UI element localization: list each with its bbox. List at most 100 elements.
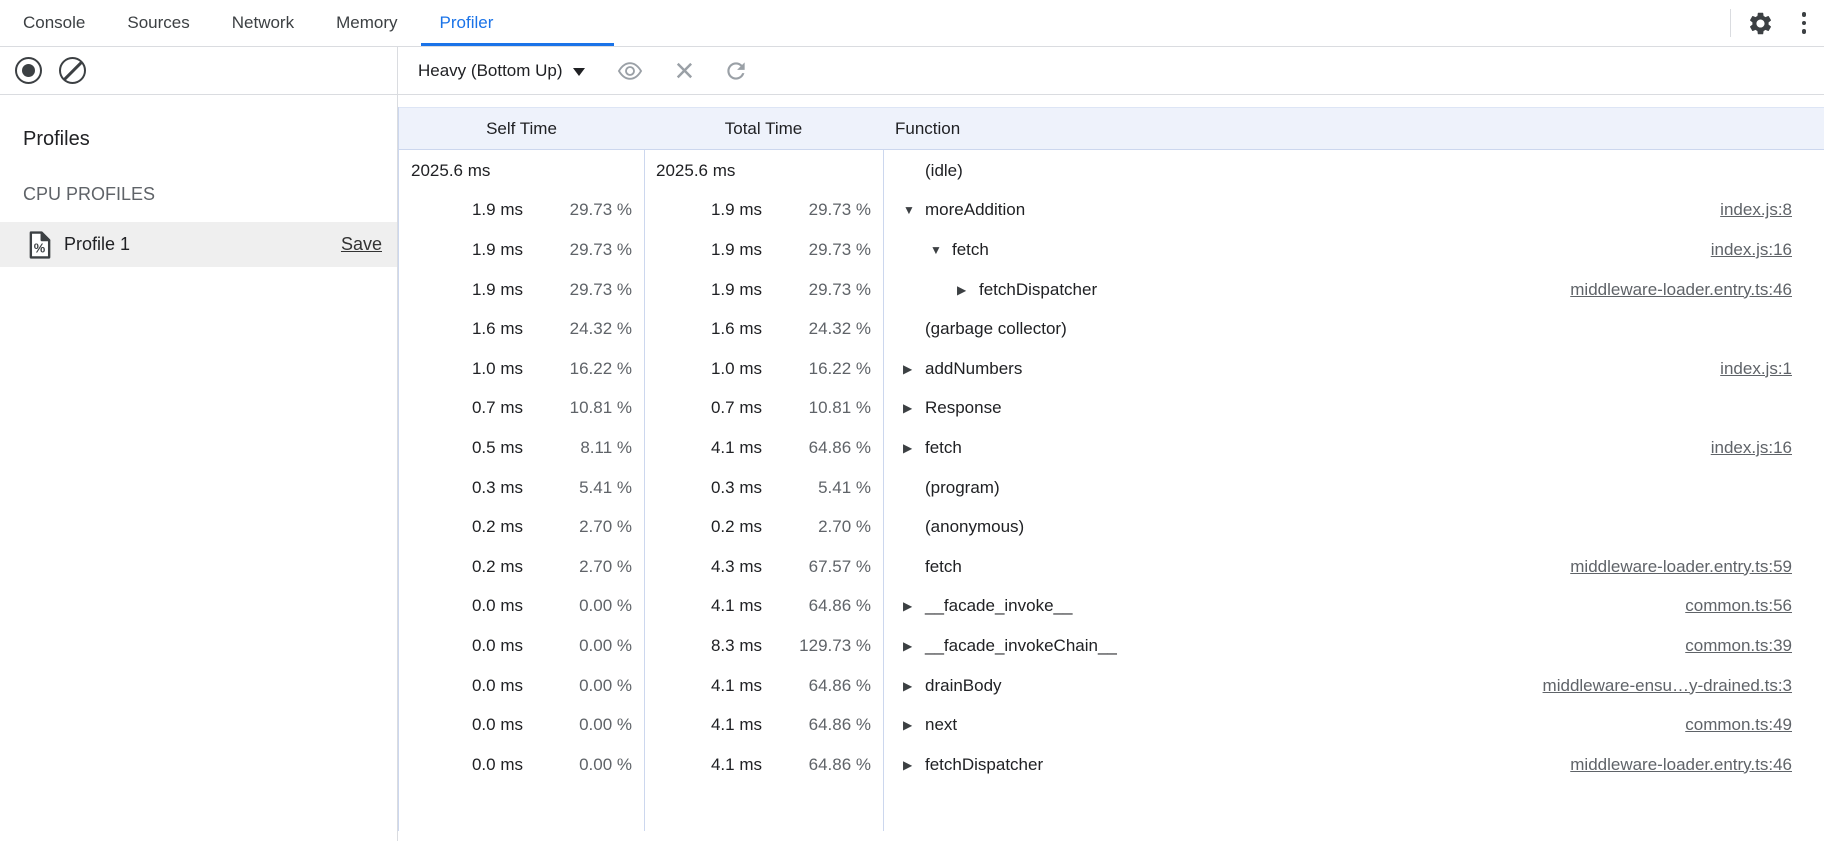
self-time-percent: 24.32 % [523,319,632,339]
function-name: addNumbers [925,359,1022,379]
tab-console[interactable]: Console [2,0,106,46]
total-time-percent: 5.41 % [762,478,871,498]
function-name: drainBody [925,676,1002,696]
table-row[interactable]: 0.7 ms10.81 %0.7 ms10.81 %▶Response [399,389,1824,429]
self-time-percent: 16.22 % [523,359,632,379]
expand-arrow-icon[interactable]: ▶ [903,599,925,613]
table-row[interactable]: 1.9 ms29.73 %1.9 ms29.73 %▶fetchDispatch… [399,270,1824,310]
clear-icon[interactable] [59,57,86,84]
table-row[interactable]: 0.0 ms0.00 %4.1 ms64.86 %▶fetchDispatche… [399,745,1824,785]
self-time-ms: 1.6 ms [472,319,523,339]
table-row[interactable]: 0.0 ms0.00 %4.1 ms64.86 %▶nextcommon.ts:… [399,705,1824,745]
function-cell: (garbage collector) [883,309,1824,349]
source-link[interactable]: index.js:1 [1700,359,1792,379]
record-icon[interactable] [15,57,42,84]
total-time-cell: 4.1 ms64.86 % [644,745,883,785]
kebab-menu-icon[interactable] [1798,8,1811,38]
function-name: fetch [925,438,962,458]
column-header-function[interactable]: Function [883,119,1824,139]
total-time-ms: 1.0 ms [711,359,762,379]
total-time-cell: 8.3 ms129.73 % [644,626,883,666]
save-profile-link[interactable]: Save [341,234,382,255]
refresh-icon[interactable] [723,58,749,84]
source-link[interactable]: index.js:16 [1691,438,1792,458]
self-time-ms: 0.0 ms [472,676,523,696]
source-link[interactable]: common.ts:49 [1665,715,1792,735]
function-cell: ▶fetchDispatchermiddleware-loader.entry.… [883,745,1824,785]
self-time-percent: 0.00 % [523,715,632,735]
profiler-toolbar: Heavy (Bottom Up) × [0,47,1824,95]
source-link[interactable]: index.js:8 [1700,200,1792,220]
total-time-cell: 0.3 ms5.41 % [644,468,883,508]
expand-arrow-icon[interactable]: ▶ [957,283,979,297]
expand-arrow-icon[interactable]: ▶ [903,718,925,732]
source-link[interactable]: middleware-ensu…y-drained.ts:3 [1523,676,1792,696]
table-row[interactable]: 0.2 ms2.70 %4.3 ms67.57 %fetchmiddleware… [399,547,1824,587]
source-link[interactable]: common.ts:39 [1665,636,1792,656]
total-time-percent: 2.70 % [762,517,871,537]
expand-arrow-icon[interactable]: ▶ [903,441,925,455]
function-cell: (program) [883,468,1824,508]
table-row[interactable]: 1.6 ms24.32 %1.6 ms24.32 %(garbage colle… [399,309,1824,349]
profiler-record-controls [0,47,398,94]
source-link[interactable]: common.ts:56 [1665,596,1792,616]
source-link[interactable]: middleware-loader.entry.ts:59 [1550,557,1792,577]
function-cell: ▶fetchDispatchermiddleware-loader.entry.… [883,270,1824,310]
table-row[interactable]: 0.2 ms2.70 %0.2 ms2.70 %(anonymous) [399,507,1824,547]
tab-sources[interactable]: Sources [106,0,210,46]
self-time-ms: 0.0 ms [472,596,523,616]
function-cell: ▶fetch index.js:16 [883,428,1824,468]
expand-arrow-icon[interactable]: ▶ [903,639,925,653]
self-time-cell: 0.0 ms0.00 % [399,587,644,627]
table-row[interactable]: 1.9 ms29.73 %1.9 ms29.73 %▼moreAdditioni… [399,191,1824,231]
function-cell: fetchmiddleware-loader.entry.ts:59 [883,547,1824,587]
self-time-ms: 0.2 ms [472,557,523,577]
collapse-arrow-icon[interactable]: ▼ [903,203,925,217]
expand-arrow-icon[interactable]: ▶ [903,362,925,376]
total-time-cell: 0.2 ms2.70 % [644,507,883,547]
tab-memory[interactable]: Memory [315,0,418,46]
self-time-cell: 0.2 ms2.70 % [399,507,644,547]
expand-arrow-icon[interactable]: ▶ [903,679,925,693]
table-row[interactable]: 0.0 ms0.00 %4.1 ms64.86 %▶drainBodymiddl… [399,666,1824,706]
view-mode-dropdown[interactable]: Heavy (Bottom Up) [418,61,585,81]
expand-arrow-icon[interactable]: ▶ [903,401,925,415]
table-row[interactable]: 2025.6 ms2025.6 ms(idle) [399,151,1824,191]
sidebar-item-profile-1[interactable]: % Profile 1 Save [0,222,397,267]
tab-network[interactable]: Network [211,0,315,46]
function-name: Response [925,398,1002,418]
total-time-ms: 4.3 ms [711,557,762,577]
tab-profiler[interactable]: Profiler [419,0,515,46]
profiler-view-controls: Heavy (Bottom Up) × [398,47,749,94]
table-row[interactable]: 1.0 ms16.22 %1.0 ms16.22 %▶addNumbersind… [399,349,1824,389]
self-time-percent: 29.73 % [523,240,632,260]
total-time-cell: 2025.6 ms [644,151,883,191]
close-icon[interactable]: × [675,54,695,88]
total-time-ms: 0.2 ms [711,517,762,537]
eye-icon[interactable] [614,58,646,84]
source-link[interactable]: middleware-loader.entry.ts:46 [1550,280,1792,300]
table-row[interactable]: 0.5 ms8.11 %4.1 ms64.86 %▶fetchindex.js:… [399,428,1824,468]
gear-icon[interactable] [1747,10,1774,37]
self-time-cell: 0.5 ms8.11 % [399,428,644,468]
column-header-total-time[interactable]: Total Time [644,119,883,139]
function-name: fetch [952,240,989,260]
expand-arrow-icon[interactable]: ▶ [903,758,925,772]
table-row[interactable]: 0.3 ms5.41 %0.3 ms5.41 %(program) [399,468,1824,508]
profiles-sidebar: Profiles CPU PROFILES % Profile 1 Save [0,95,398,841]
self-time-ms: 1.9 ms [472,240,523,260]
table-row[interactable]: 0.0 ms0.00 %8.3 ms129.73 %▶__facade_invo… [399,626,1824,666]
table-row[interactable]: 1.9 ms29.73 % 1.9 ms29.73 % ▼fetch index.js… [399,230,1824,270]
total-time-percent: 16.22 % [762,359,871,379]
self-time-ms: 1.9 ms [472,280,523,300]
total-time-cell: 1.9 ms29.73 % [644,230,883,270]
source-link[interactable]: index.js:16 [1691,240,1792,260]
collapse-arrow-icon[interactable]: ▼ [930,243,952,257]
source-link[interactable]: middleware-loader.entry.ts:46 [1550,755,1792,775]
table-row[interactable]: 0.0 ms0.00 %4.1 ms64.86 %▶__facade_invok… [399,587,1824,627]
function-cell: (anonymous) [883,507,1824,547]
function-name: (program) [925,478,1000,498]
column-header-self-time[interactable]: Self Time [399,119,644,139]
profile-name: Profile 1 [64,234,130,255]
view-mode-label: Heavy (Bottom Up) [418,61,563,81]
